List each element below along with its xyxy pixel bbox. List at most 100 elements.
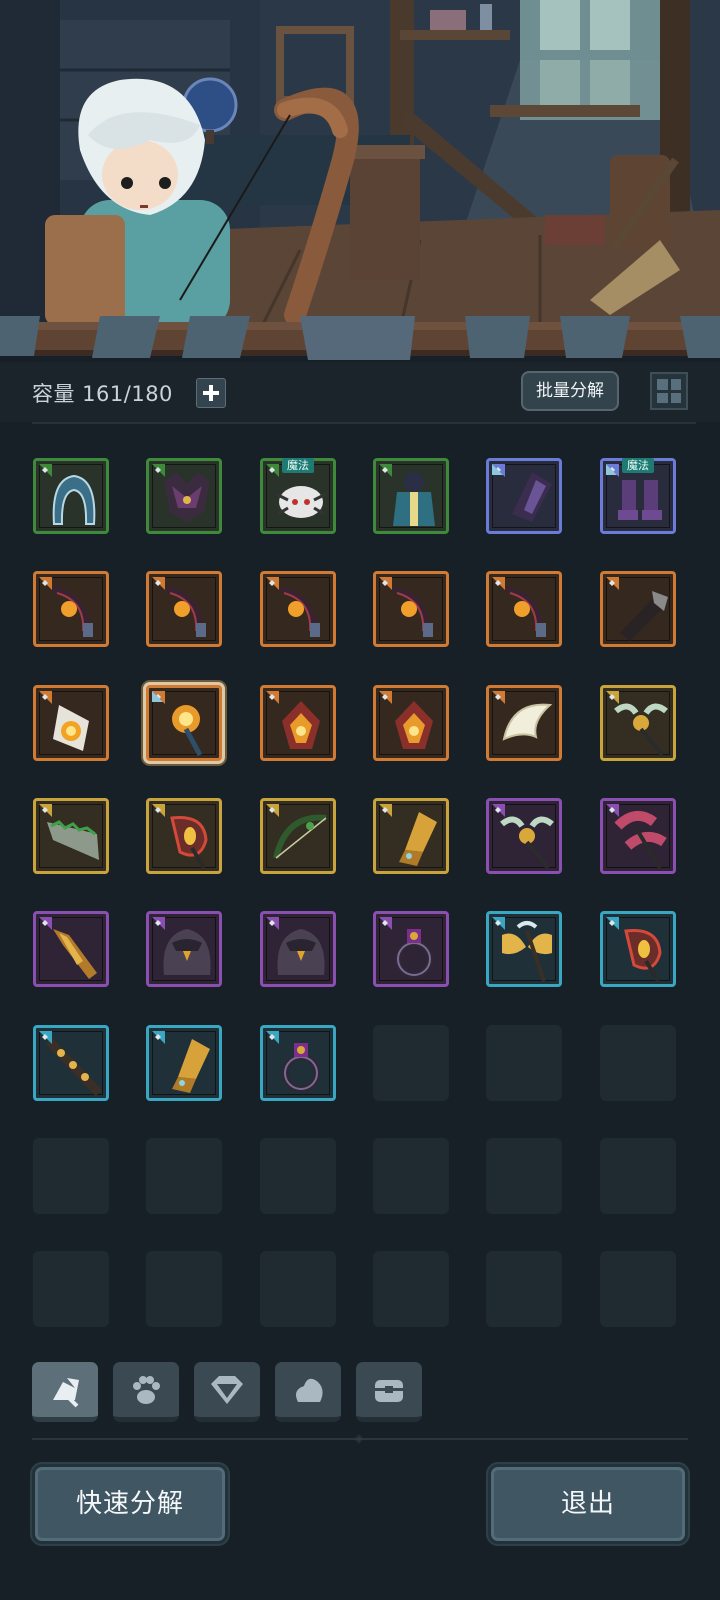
inventory-slot[interactable]: 魔法 [260, 458, 336, 534]
divider-ornament: ◈ [354, 1431, 364, 1445]
magic-tag: 魔法 [282, 458, 314, 473]
batch-dismantle-button[interactable]: 批量分解 [521, 371, 619, 411]
empty-slot[interactable] [373, 1025, 449, 1101]
rarity-corner-icon [379, 577, 392, 590]
inventory-slot[interactable] [33, 458, 109, 534]
empty-slot[interactable] [600, 1138, 676, 1214]
inventory-slot[interactable] [486, 458, 562, 534]
corner-gem-icon [606, 464, 617, 475]
rarity-corner-icon [266, 691, 279, 704]
quick-dismantle-button[interactable]: 快速分解 [32, 1464, 228, 1544]
inventory-slot[interactable] [146, 911, 222, 987]
rarity-corner-icon [152, 577, 165, 590]
inventory-slot[interactable] [600, 685, 676, 761]
inventory-slot[interactable]: 魔法 [600, 458, 676, 534]
empty-slot[interactable] [146, 1138, 222, 1214]
rarity-corner-icon [379, 691, 392, 704]
rarity-corner-icon [492, 917, 505, 930]
empty-slot[interactable] [260, 1138, 336, 1214]
empty-slot[interactable] [33, 1251, 109, 1327]
empty-slot[interactable] [373, 1138, 449, 1214]
rarity-corner-icon [266, 577, 279, 590]
inventory-slot[interactable] [373, 685, 449, 761]
inventory-slot[interactable] [486, 571, 562, 647]
inventory-slot[interactable] [486, 911, 562, 987]
inventory-slot[interactable] [373, 911, 449, 987]
chest-tab-icon [375, 1379, 403, 1402]
category-tab[interactable] [275, 1362, 341, 1422]
inventory-slot[interactable] [260, 798, 336, 874]
rarity-corner-icon [379, 804, 392, 817]
inventory-slot[interactable] [260, 1025, 336, 1101]
inventory-slot[interactable] [146, 798, 222, 874]
inventory-slot[interactable] [486, 685, 562, 761]
grid-cell-icon [670, 392, 681, 403]
exit-button[interactable]: 退出 [488, 1464, 688, 1544]
wooden-trim [0, 316, 720, 360]
rarity-corner-icon [39, 577, 52, 590]
inventory-slot[interactable] [33, 571, 109, 647]
expand-capacity-button[interactable] [196, 378, 226, 408]
rarity-corner-icon [266, 917, 279, 930]
inventory-slot[interactable] [33, 798, 109, 874]
inventory-slot[interactable] [600, 911, 676, 987]
grid-cell-icon [670, 379, 681, 390]
empty-slot[interactable] [146, 1251, 222, 1327]
bottom-panel: ◈ 快速分解 退出 [0, 1342, 720, 1600]
inventory-slot[interactable] [373, 458, 449, 534]
inventory-slot[interactable] [260, 685, 336, 761]
inventory-header: 容量 161/180 批量分解 [0, 362, 720, 422]
gem-tab-icon [211, 1375, 243, 1404]
inventory-slot[interactable] [373, 571, 449, 647]
room-illustration [0, 0, 720, 330]
rarity-corner-icon [39, 804, 52, 817]
category-tab[interactable] [194, 1362, 260, 1422]
empty-slot[interactable] [600, 1025, 676, 1101]
rarity-corner-icon [266, 464, 279, 477]
empty-slot[interactable] [373, 1251, 449, 1327]
inventory-slot[interactable] [33, 1025, 109, 1101]
paw-tab-icon [133, 1375, 160, 1404]
rarity-corner-icon [152, 464, 165, 477]
inventory-slot[interactable] [146, 1025, 222, 1101]
empty-slot[interactable] [260, 1251, 336, 1327]
category-tab[interactable] [32, 1362, 98, 1422]
empty-slot[interactable] [486, 1138, 562, 1214]
rarity-corner-icon [606, 917, 619, 930]
empty-slot[interactable] [486, 1025, 562, 1101]
rarity-corner-icon [606, 691, 619, 704]
rarity-corner-icon [492, 804, 505, 817]
rarity-corner-icon [152, 804, 165, 817]
rarity-corner-icon [606, 577, 619, 590]
weapon-tab-icon [53, 1377, 79, 1407]
magic-tag: 魔法 [622, 458, 654, 473]
rarity-corner-icon [39, 691, 52, 704]
rarity-corner-icon [39, 464, 52, 477]
inventory-slot[interactable] [600, 798, 676, 874]
inventory-slot[interactable] [33, 685, 109, 761]
hero-scene [0, 0, 720, 330]
inventory-slot[interactable] [146, 685, 222, 761]
inventory-grid: 魔法 魔法 [0, 440, 720, 1342]
grid-view-toggle[interactable] [650, 372, 688, 410]
empty-slot[interactable] [33, 1138, 109, 1214]
inventory-slot[interactable] [146, 458, 222, 534]
inventory-slot[interactable] [600, 571, 676, 647]
rarity-corner-icon [379, 464, 392, 477]
ore-tab-icon [296, 1378, 323, 1402]
category-tab[interactable] [113, 1362, 179, 1422]
inventory-slot[interactable] [373, 798, 449, 874]
empty-slot[interactable] [486, 1251, 562, 1327]
rarity-corner-icon [39, 917, 52, 930]
inventory-slot[interactable] [260, 911, 336, 987]
rarity-corner-icon [39, 1031, 52, 1044]
inventory-slot[interactable] [260, 571, 336, 647]
inventory-slot[interactable] [486, 798, 562, 874]
grid-cell-icon [657, 392, 668, 403]
rarity-corner-icon [492, 577, 505, 590]
inventory-slot[interactable] [33, 911, 109, 987]
category-tab[interactable] [356, 1362, 422, 1422]
rarity-corner-icon [492, 691, 505, 704]
inventory-slot[interactable] [146, 571, 222, 647]
empty-slot[interactable] [600, 1251, 676, 1327]
